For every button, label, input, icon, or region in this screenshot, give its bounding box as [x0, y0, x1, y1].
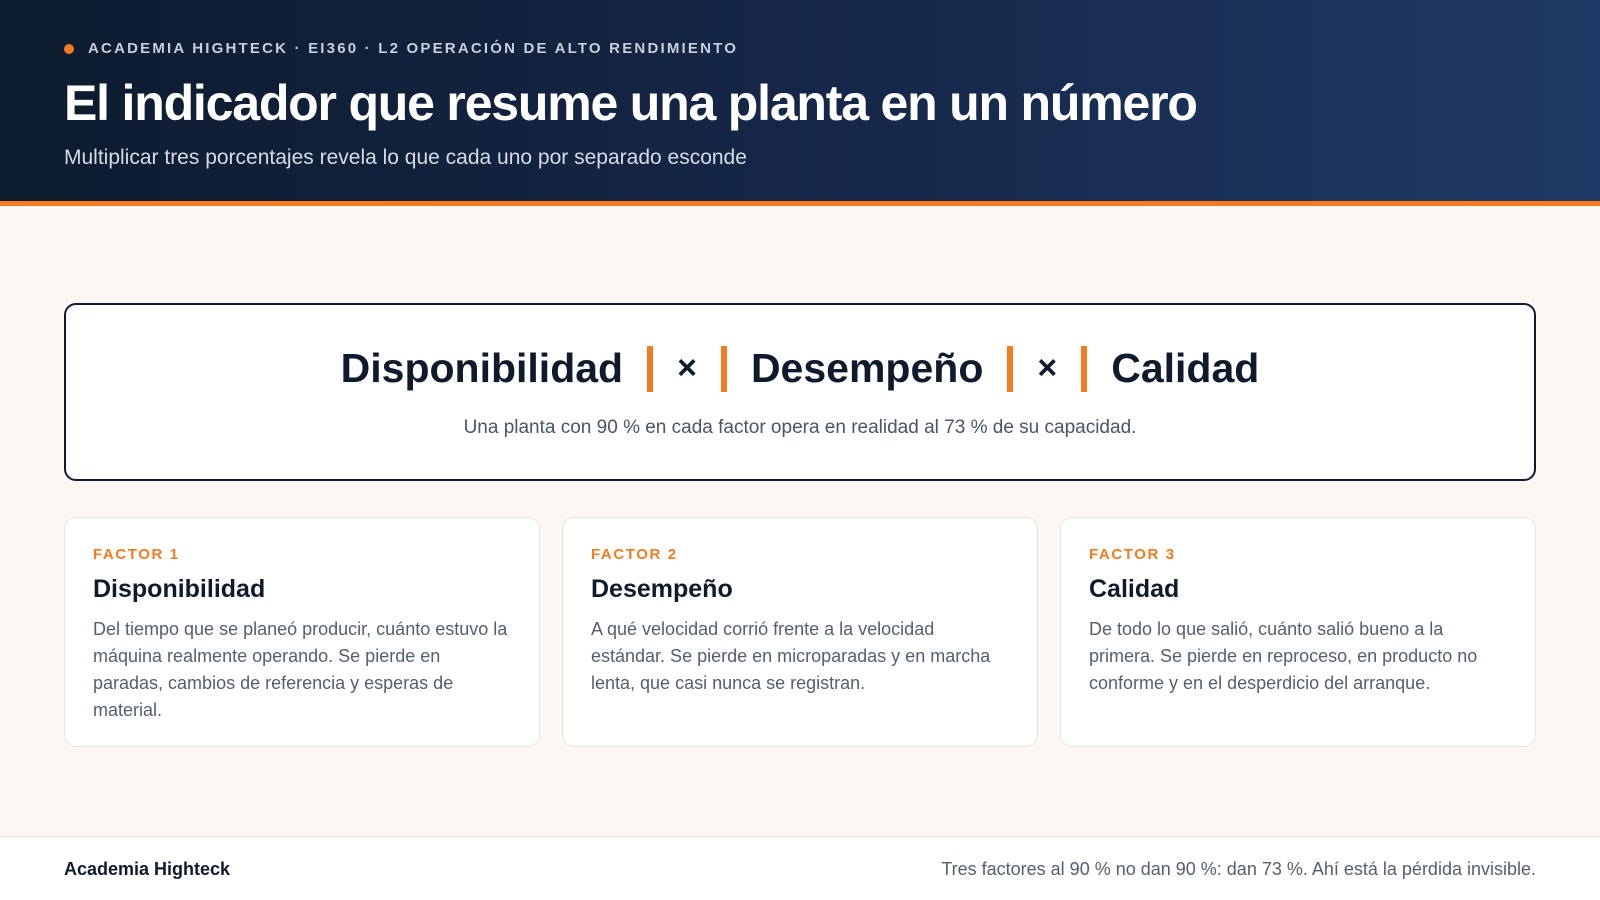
separator-bar — [1081, 345, 1088, 392]
header-banner: ACADEMIA HIGHTECK · EI360 · L2 OPERACIÓN… — [0, 0, 1600, 206]
card-body: A qué velocidad corrió frente a la veloc… — [591, 619, 991, 693]
card-body: De todo lo que salió, cuánto salió bueno… — [1089, 619, 1478, 693]
accent-dot-icon — [64, 43, 74, 54]
footer-brand: Academia Highteck — [64, 859, 231, 879]
eyebrow-text: ACADEMIA HIGHTECK · EI360 · L2 OPERACIÓN… — [88, 40, 739, 57]
card-tag: FACTOR 3 — [1089, 546, 1176, 563]
multiply-icon: × — [1037, 349, 1058, 387]
card-tag: FACTOR 2 — [591, 546, 678, 563]
separator-bar — [1007, 345, 1014, 392]
card-title: Calidad — [1089, 575, 1180, 603]
formula-note: Una planta con 90 % en cada factor opera… — [463, 417, 1137, 438]
footer-note: Tres factores al 90 % no dan 90 %: dan 7… — [941, 859, 1536, 879]
card-tag: FACTOR 1 — [93, 546, 180, 563]
factor-card-availability: FACTOR 1 Disponibilidad Del tiempo que s… — [64, 517, 540, 747]
multiply-icon: × — [677, 349, 697, 387]
separator-bar — [647, 345, 654, 392]
page-subtitle: Multiplicar tres porcentajes revela lo q… — [64, 146, 747, 169]
factor-card-quality: FACTOR 3 Calidad De todo lo que salió, c… — [1060, 517, 1536, 747]
formula-box: Disponibilidad × Desempeño × Calidad Una… — [64, 303, 1536, 481]
formula-row: Disponibilidad × Desempeño × Calidad — [66, 345, 1534, 392]
formula-term-quality: Calidad — [1111, 345, 1260, 391]
separator-bar — [720, 345, 727, 392]
card-title: Desempeño — [591, 575, 733, 603]
eyebrow: ACADEMIA HIGHTECK · EI360 · L2 OPERACIÓN… — [64, 40, 738, 57]
formula-term-performance: Desempeño — [750, 345, 984, 391]
footer: Academia Highteck Tres factores al 90 % … — [0, 836, 1600, 900]
factor-card-performance: FACTOR 2 Desempeño A qué velocidad corri… — [562, 517, 1038, 747]
factor-cards: FACTOR 1 Disponibilidad Del tiempo que s… — [64, 517, 1536, 747]
formula-term-availability: Disponibilidad — [340, 345, 624, 391]
card-body: Del tiempo que se planeó producir, cuánt… — [93, 619, 508, 720]
page-title: El indicador que resume una planta en un… — [64, 75, 1198, 131]
card-title: Disponibilidad — [93, 575, 266, 603]
